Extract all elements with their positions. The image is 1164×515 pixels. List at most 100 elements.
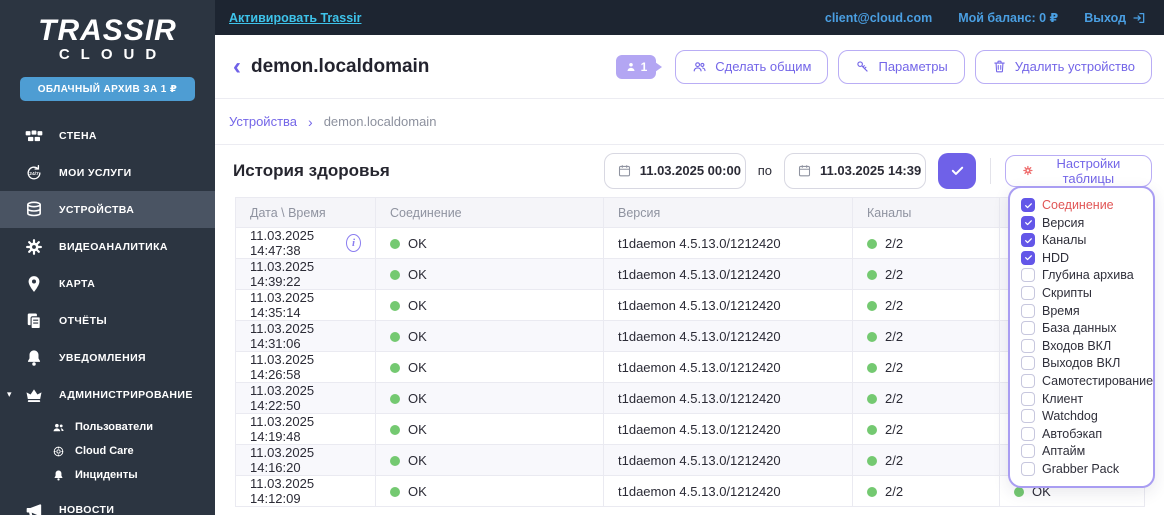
status-text: OK [408, 390, 427, 406]
breadcrumb-devices-link[interactable]: Устройства [229, 114, 297, 129]
column-toggle-watchdog[interactable]: Watchdog [1021, 408, 1147, 424]
status-text: OK [408, 483, 427, 499]
notifications-icon [22, 348, 46, 368]
sidebar-subitem-users[interactable]: Пользователи [0, 415, 215, 439]
calendar-icon [798, 165, 811, 177]
column-toggle-клиент[interactable]: Клиент [1021, 391, 1147, 407]
chevron-right-icon: › [308, 113, 313, 130]
sidebar-item-news[interactable]: НОВОСТИ [0, 491, 215, 515]
activate-trassir-link[interactable]: Активировать Trassir [229, 11, 361, 25]
column-toggle-глубина-архива[interactable]: Глубина архива [1021, 267, 1147, 283]
checkbox-checked[interactable] [1021, 215, 1035, 230]
apply-filter-button[interactable] [938, 152, 976, 189]
sidebar-subitem-label: Пользователи [75, 421, 154, 433]
shared-users-count: 1 [640, 59, 648, 74]
checkbox-unchecked[interactable] [1021, 373, 1035, 388]
sidebar-item-wall[interactable]: СТЕНА [0, 117, 215, 154]
logo-subtitle: CLOUD [58, 46, 168, 63]
date-from-input[interactable]: 11.03.2025 00:00 [603, 152, 746, 189]
cell-connection: OK [375, 289, 604, 321]
column-toggle-выходов-вкл[interactable]: Выходов ВКЛ [1021, 355, 1147, 371]
column-toggle-hdd[interactable]: HDD [1021, 250, 1147, 266]
notifications-icon [27, 349, 41, 366]
sidebar-item-devices[interactable]: УСТРОЙСТВА [0, 191, 215, 228]
datetime-value: 11.03.2025 14:39:22 [250, 259, 315, 289]
cell-channels: 2/2 [852, 413, 1000, 445]
sidebar-item-label: СТЕНА [59, 129, 97, 142]
status-text: OK [408, 297, 427, 313]
column-toggle-версия[interactable]: Версия [1021, 215, 1147, 231]
make-shared-button[interactable]: Сделать общим [675, 49, 829, 84]
logout-button[interactable]: Выход [1084, 11, 1146, 25]
balance-label[interactable]: Мой баланс: 0 ₽ [958, 10, 1058, 25]
column-toggle-grabber-pack[interactable]: Grabber Pack [1021, 461, 1147, 477]
datetime-value: 11.03.2025 14:19:48 [250, 414, 315, 444]
cell-version: t1daemon 4.5.13.0/1212420 [603, 258, 853, 290]
back-button[interactable]: ‹ [233, 54, 241, 78]
sidebar-item-admin[interactable]: ▾ АДМИНИСТРИРОВАНИЕ [0, 376, 215, 413]
column-toggle-время[interactable]: Время [1021, 303, 1147, 319]
header-actions: 1 Сделать общим Параметры Удалить устрой… [615, 49, 1152, 84]
sidebar-item-reports[interactable]: ОТЧЁТЫ [0, 302, 215, 339]
person-icon [627, 62, 635, 71]
sidebar-subitem-incidents[interactable]: Инциденты [0, 463, 215, 487]
analytics-icon [22, 237, 46, 257]
column-toggle-самотестирование[interactable]: Самотестирование [1021, 373, 1153, 389]
sidebar-subitem-cloudcare[interactable]: Cloud Care [0, 439, 215, 463]
column-toggle-аптайм[interactable]: Аптайм [1021, 443, 1147, 459]
shared-users-badge: 1 [615, 54, 662, 79]
checkbox-unchecked[interactable] [1021, 391, 1035, 406]
sidebar-item-services[interactable]: 24/7 МОИ УСЛУГИ [0, 154, 215, 191]
caret-down-icon[interactable]: ▾ [7, 389, 12, 400]
checkbox-unchecked[interactable] [1021, 285, 1035, 300]
table-settings-button[interactable]: Настройки таблицы [1005, 154, 1152, 187]
checkbox-unchecked[interactable] [1021, 268, 1035, 283]
column-toggle-соединение[interactable]: Соединение [1021, 197, 1147, 213]
status-ok-dot [390, 424, 400, 435]
column-toggle-label: Grabber Pack [1042, 461, 1120, 476]
column-toggle-входов-вкл[interactable]: Входов ВКЛ [1021, 338, 1147, 354]
column-toggle-каналы[interactable]: Каналы [1021, 232, 1147, 248]
cell-datetime: 11.03.2025 14:22:50 [235, 382, 376, 414]
checkbox-unchecked[interactable] [1021, 356, 1035, 371]
user-email[interactable]: client@cloud.com [825, 11, 932, 25]
cell-datetime: 11.03.2025 14:47:38 i [235, 227, 376, 259]
cell-datetime: 11.03.2025 14:31:06 [235, 320, 376, 352]
device-header: ‹ demon.localdomain 1 Сделать общим Пара… [215, 35, 1164, 99]
cloud-archive-button[interactable]: ОБЛАЧНЫЙ АРХИВ ЗА 1 ₽ [20, 77, 195, 101]
status-ok-dot [1014, 486, 1024, 497]
logout-label: Выход [1084, 10, 1126, 25]
checkbox-unchecked[interactable] [1021, 426, 1035, 441]
column-toggle-автобэкап[interactable]: Автобэкап [1021, 426, 1147, 442]
sidebar-item-notifications[interactable]: УВЕДОМЛЕНИЯ [0, 339, 215, 376]
checkbox-unchecked[interactable] [1021, 321, 1035, 336]
delete-device-button[interactable]: Удалить устройство [974, 49, 1152, 84]
date-to-input[interactable]: 11.03.2025 14:39 [784, 152, 926, 189]
checkbox-unchecked[interactable] [1021, 338, 1035, 353]
trassir-cloud-logo[interactable]: TRASSIR CLOUD [0, 16, 215, 64]
cell-connection: OK [375, 258, 604, 290]
checkbox-unchecked[interactable] [1021, 409, 1035, 424]
parameters-button[interactable]: Параметры [838, 49, 965, 84]
column-toggle-скрипты[interactable]: Скрипты [1021, 285, 1147, 301]
svg-text:24/7: 24/7 [29, 170, 39, 176]
cell-channels: 2/2 [852, 258, 1000, 290]
status-text: 2/2 [885, 328, 904, 344]
cell-channels: 2/2 [852, 351, 1000, 383]
check-icon [1024, 255, 1032, 261]
checkbox-checked[interactable] [1021, 250, 1035, 265]
checkbox-checked[interactable] [1021, 198, 1035, 212]
info-icon[interactable]: i [346, 234, 361, 252]
column-toggle-label: Выходов ВКЛ [1042, 356, 1121, 371]
checkbox-unchecked[interactable] [1021, 303, 1035, 318]
checkbox-unchecked[interactable] [1021, 461, 1035, 476]
column-toggle-label: Глубина архива [1042, 268, 1134, 283]
sidebar-item-map[interactable]: КАРТА [0, 265, 215, 302]
status-ok-dot [390, 300, 400, 311]
sidebar-item-analytics[interactable]: ВИДЕОАНАЛИТИКА [0, 228, 215, 265]
column-toggle-база-данных[interactable]: База данных [1021, 320, 1147, 336]
checkbox-checked[interactable] [1021, 233, 1035, 248]
checkbox-unchecked[interactable] [1021, 444, 1035, 459]
status-ok-dot [867, 486, 877, 497]
sidebar-item-label: МОИ УСЛУГИ [59, 166, 132, 179]
